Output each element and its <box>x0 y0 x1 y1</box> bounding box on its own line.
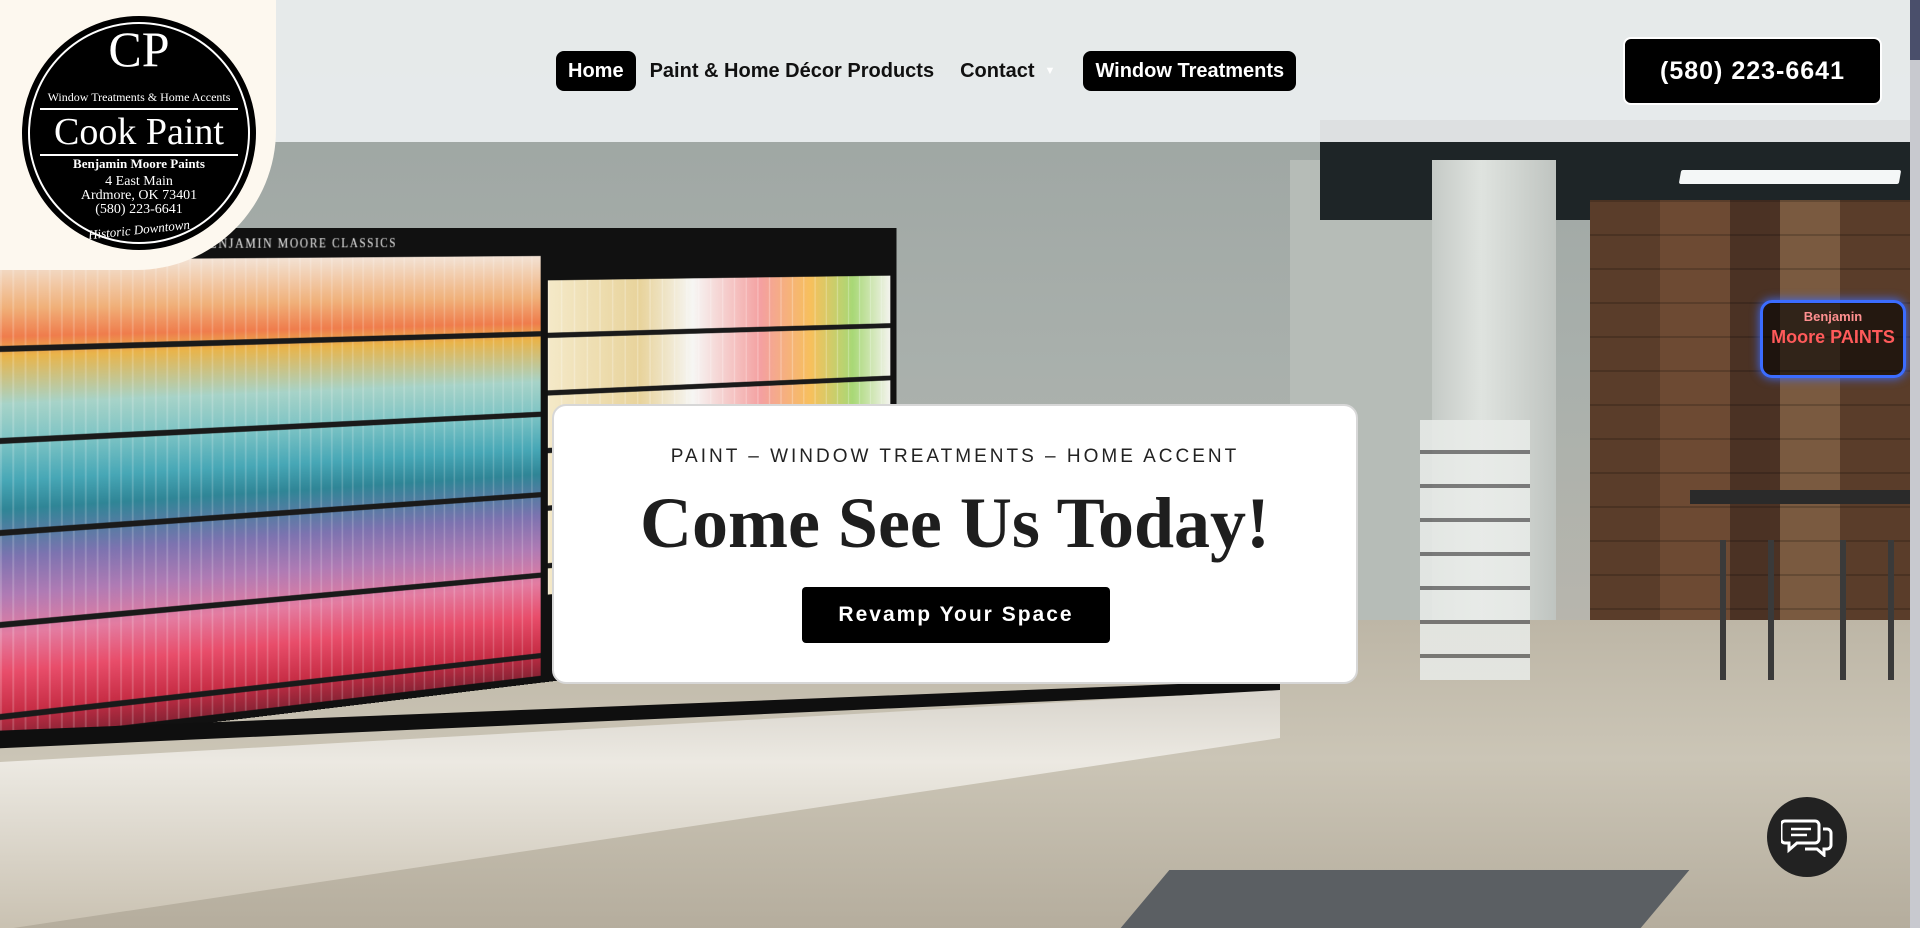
nav-item-products[interactable]: Paint & Home Décor Products <box>638 51 947 91</box>
neon-sign-line1: Benjamin <box>1803 309 1863 324</box>
chevron-down-icon[interactable]: ▼ <box>1045 51 1056 91</box>
logo-tagline: Window Treatments & Home Accents <box>47 90 231 104</box>
scrollbar[interactable] <box>1910 0 1920 928</box>
main-nav: Home Paint & Home Décor Products Contact… <box>556 51 1298 91</box>
nav-item-window-treatments[interactable]: Window Treatments <box>1083 51 1297 91</box>
nav-item-contact-label: Contact <box>960 60 1035 82</box>
hero-kicker: PAINT – WINDOW TREATMENTS – HOME ACCENT <box>670 446 1240 467</box>
hero-card: PAINT – WINDOW TREATMENTS – HOME ACCENT … <box>552 404 1358 684</box>
nav-item-home[interactable]: Home <box>556 51 636 91</box>
nav-item-contact[interactable]: Contact ▼ <box>948 51 1067 91</box>
neon-sign: Benjamin Moore PAINTS <box>1760 300 1906 378</box>
ceiling-light <box>1678 170 1902 184</box>
phone-button[interactable]: (580) 223-6641 <box>1623 37 1882 105</box>
logo-brand-line: Benjamin Moore Paints <box>73 156 205 171</box>
site-logo[interactable]: CP Window Treatments & Home Accents Cook… <box>22 16 256 250</box>
chat-bubbles-icon <box>1781 819 1833 857</box>
scrollbar-thumb[interactable] <box>1910 0 1920 60</box>
bar-stool <box>1720 540 1774 680</box>
hero-headline: Come See Us Today! <box>639 483 1271 563</box>
logo-monogram: CP <box>108 21 170 77</box>
floor-mat <box>1110 870 1690 928</box>
revamp-your-space-button[interactable]: Revamp Your Space <box>802 587 1110 643</box>
logo-name: Cook Paint <box>40 108 238 156</box>
table <box>1690 490 1920 504</box>
chat-button[interactable] <box>1767 797 1847 877</box>
rack-sign: BENJAMIN MOORE CLASSICS <box>199 237 397 252</box>
logo-address-line2: Ardmore, OK 73401 <box>80 188 198 203</box>
neon-sign-line2: Moore PAINTS <box>1771 327 1895 347</box>
logo-address-line1: 4 East Main <box>105 174 173 189</box>
display-stand <box>1420 420 1530 680</box>
paint-chip-display <box>0 255 541 741</box>
bar-stool <box>1840 540 1894 680</box>
